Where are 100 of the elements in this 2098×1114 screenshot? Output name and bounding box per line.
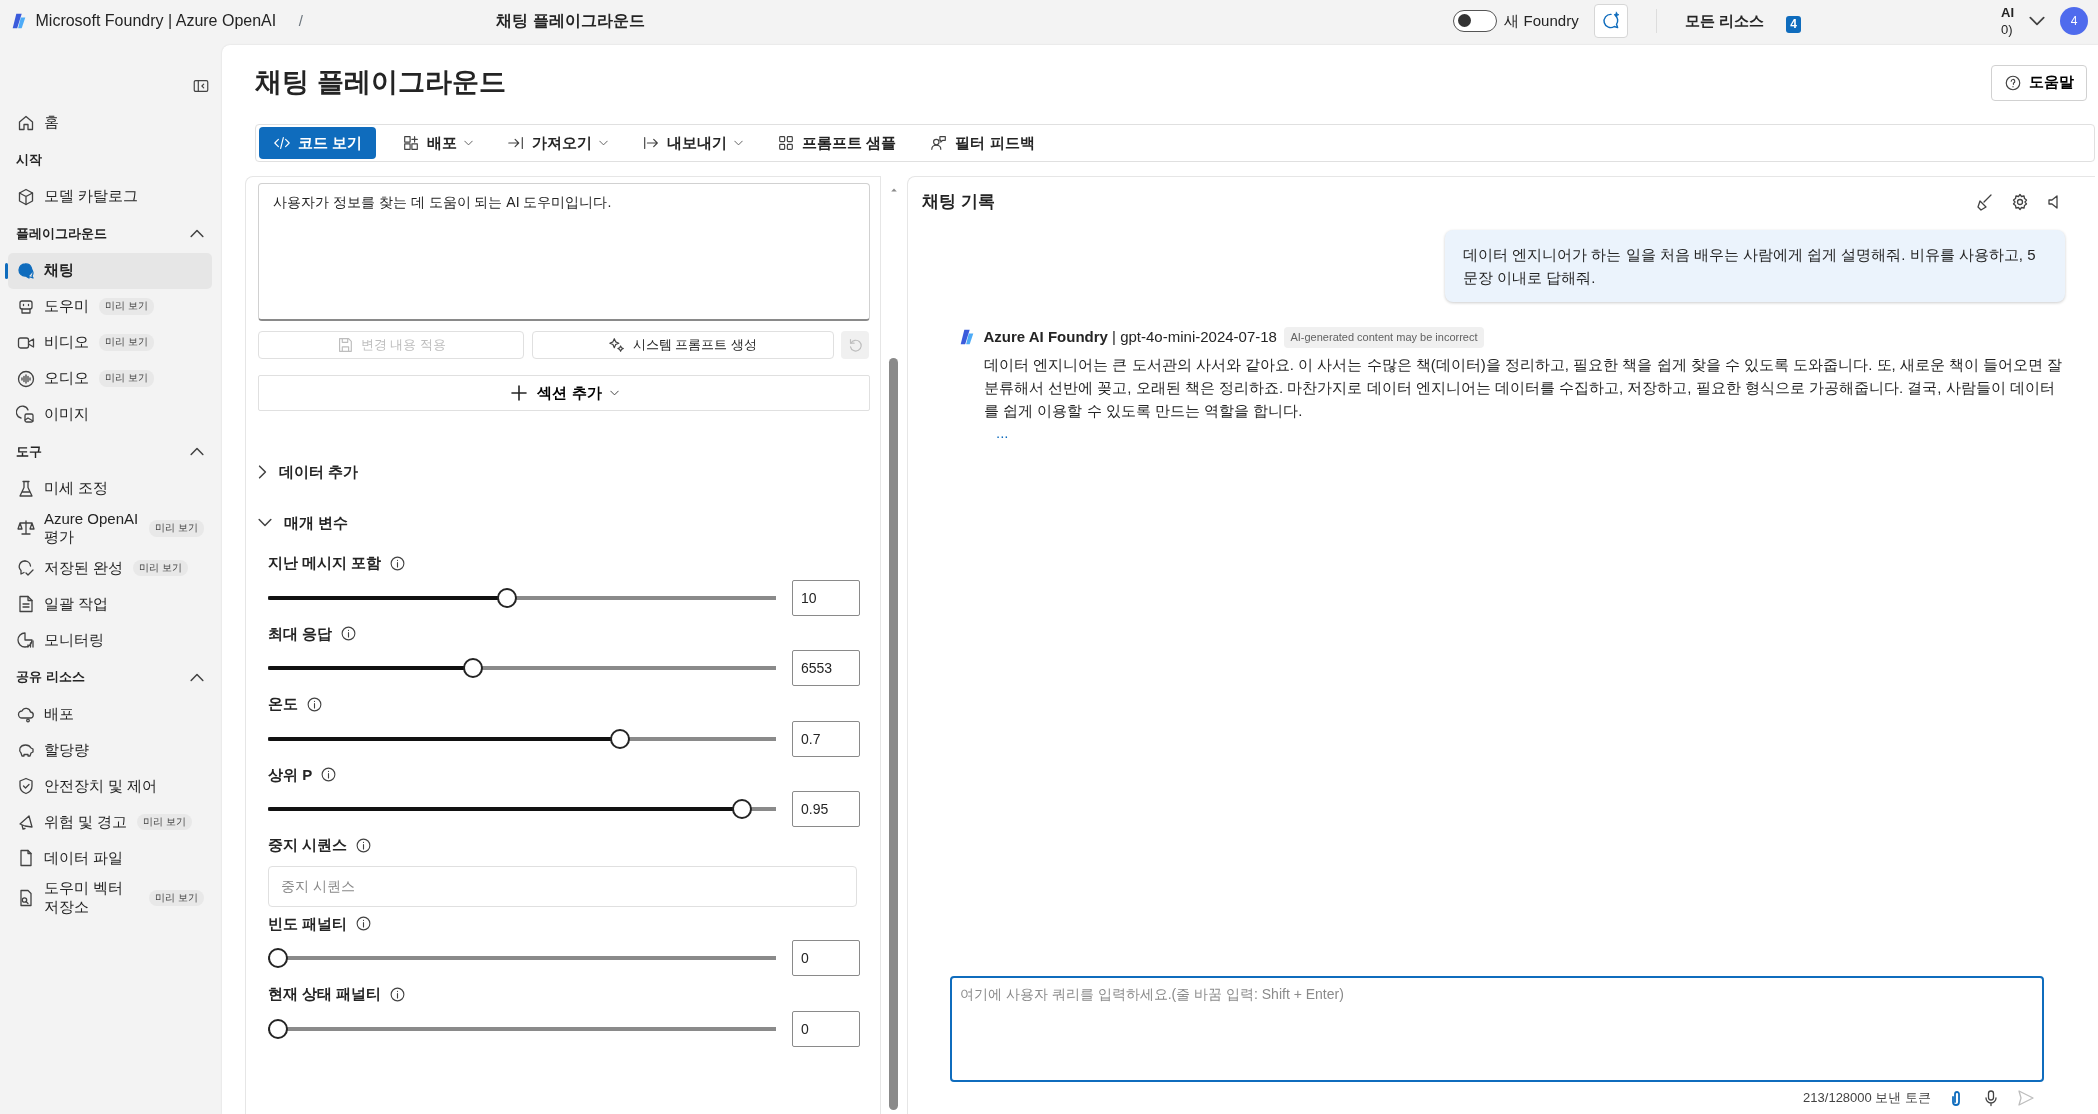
ai-disclaimer-tag: AI-generated content may be incorrect [1284,327,1484,348]
app-title[interactable]: Microsoft Foundry | Azure OpenAI [35,9,277,33]
chat-input-field[interactable]: 여기에 사용자 쿼리를 입력하세요.(줄 바꿈 입력: Shift + Enter) [950,976,2044,1082]
section-toggle-button[interactable] [190,672,204,682]
toolbar-tab[interactable]: 배포 [388,127,488,159]
count-badge: 4 [1786,15,1801,33]
preview-tag: 미리 보기 [99,298,154,315]
token-count: 213/128000 보낸 토큰 [1803,1089,1931,1108]
chat-bubbles-icon [16,260,36,281]
chevron-right-icon [258,465,267,480]
info-icon [388,985,406,1003]
user-message: 데이터 엔지니어가 하는 일을 처음 배우는 사람에게 쉽게 설명해줘. 비유를 사용하고, 5문장 이내로 답해줘. [1445,229,2065,302]
account-menu-button[interactable] [2029,16,2045,26]
section-toggle-button[interactable] [190,447,204,456]
toolbar-tab[interactable]: 필터 피드백 [916,127,1049,159]
parameter-label: 상위 P [268,764,313,785]
parameter-label: 최대 응답 [268,623,333,644]
sidebar-item[interactable]: 이미지 [8,396,212,433]
logo-icon [10,12,28,30]
chevron-down-icon [2029,16,2045,26]
info-icon [354,836,372,854]
preview-tag: 미리 보기 [149,889,204,906]
slider-thumb[interactable] [268,948,288,968]
value-field[interactable]: 10 [792,579,860,616]
info-icon [319,766,337,784]
text-field[interactable]: 중지 시퀀스 [268,865,857,907]
sidebar-item[interactable]: 오디오 미리 보기 [8,360,212,397]
section-heading: 도구 [16,442,42,461]
sidebar-item[interactable]: 도우미 미리 보기 [8,288,212,325]
toolbar-tab[interactable]: 가져오기 [493,127,623,159]
sidebar-item[interactable]: 모델 카탈로그 [8,178,212,215]
preview-tag: 미리 보기 [99,370,154,387]
value-field[interactable]: 0.7 [792,720,860,757]
sidebar-item[interactable]: 모니터링 [8,622,212,658]
sidebar-item[interactable]: 안전장치 및 제어 [8,768,212,804]
slider-thumb[interactable] [609,728,630,749]
sidebar-item[interactable]: Azure OpenAI 평가 미리 보기 [8,506,212,550]
sidebar-item[interactable]: 미세 조정 [8,470,212,507]
preview-tag: 미리 보기 [137,813,193,831]
parameter-label: 현재 상태 패널티 [268,984,382,1004]
question-circle-icon [2004,73,2022,92]
sidebar-item[interactable]: 비디오 미리 보기 [8,324,212,361]
settings-icon [2010,191,2030,212]
chevron-up-icon [190,672,204,682]
toggle-switch[interactable] [1452,10,1497,32]
generate-prompt-button[interactable]: 시스템 프롬프트 생성 [531,331,834,359]
arrow-into-bar-icon [507,134,526,152]
info-icon [354,915,372,933]
avatar[interactable]: 4 [2060,7,2088,35]
breadcrumb-separator: / [298,10,303,31]
collapsible-header[interactable]: 데이터 추가 [258,461,359,484]
value-field[interactable]: 0 [792,1010,860,1047]
slider-thumb[interactable] [497,587,518,608]
cube-icon [16,186,36,207]
sidebar-item[interactable]: 일괄 작업 [8,586,212,622]
sidebar-item[interactable]: 데이터 파일 [8,840,212,876]
sparkle-icon [607,336,626,354]
chevron-up-icon [190,447,204,456]
document-icon [16,594,36,614]
page-title: 채팅 플레이그라운드 [255,66,506,99]
settings-button[interactable] [2010,191,2030,212]
sidebar-item[interactable]: 저장된 완성 미리 보기 [8,550,212,586]
resources-link[interactable]: 모든 리소스 [1684,9,1764,33]
slider-thumb[interactable] [268,1018,288,1039]
send-icon [2016,1088,2036,1108]
chevron-down-icon [258,518,272,528]
value-field[interactable]: 6553 [792,650,860,686]
account-name: AI [2001,6,2014,20]
sidebar-item[interactable]: 배포 [8,696,212,732]
section-heading: 플레이그라운드 [16,224,107,243]
value-field[interactable]: 0 [792,940,860,976]
sidebar-item[interactable]: 도우미 벡터 저장소 미리 보기 [8,876,212,920]
chevron-up-icon [190,229,204,238]
copilot-button[interactable] [1593,4,1628,38]
section-toggle-button[interactable] [190,229,204,238]
account-detail: 0) [2001,22,2014,36]
image-icon [16,404,36,425]
system-prompt-field[interactable]: 사용자가 정보를 찾는 데 도움이 되는 AI 도우미입니다. [258,183,870,321]
shield-check-icon [16,776,36,796]
scrollbar-thumb[interactable] [889,358,898,1110]
slider-thumb[interactable] [463,658,484,678]
more-options-button[interactable]: ... [996,422,1009,445]
info-icon [305,695,323,713]
add-section-button[interactable]: 섹션 추가 [258,375,870,411]
scroll-up-arrow-icon [889,186,899,194]
collapsible-header[interactable]: 매개 변수 [258,511,349,534]
slider-thumb[interactable] [731,799,752,819]
logo-icon [958,328,976,347]
preview-tag: 미리 보기 [99,334,154,351]
toolbar-tab[interactable]: 코드 보기 [259,127,377,159]
sidebar-item[interactable]: 홈 [8,104,212,141]
help-button[interactable]: 도움말 [1991,64,2087,101]
sidebar-item[interactable]: 채팅 [8,252,212,289]
toolbar-tab[interactable]: 프롬프트 샘플 [763,127,911,159]
value-field[interactable]: 0.95 [792,791,860,827]
chevron-down-icon [609,390,619,396]
sidebar-item[interactable]: 위험 및 경고 미리 보기 [8,804,212,840]
toolbar-tab[interactable]: 내보내기 [628,127,758,159]
preview-tag: 미리 보기 [133,559,188,577]
sidebar-item[interactable]: 할당량 [8,732,212,768]
